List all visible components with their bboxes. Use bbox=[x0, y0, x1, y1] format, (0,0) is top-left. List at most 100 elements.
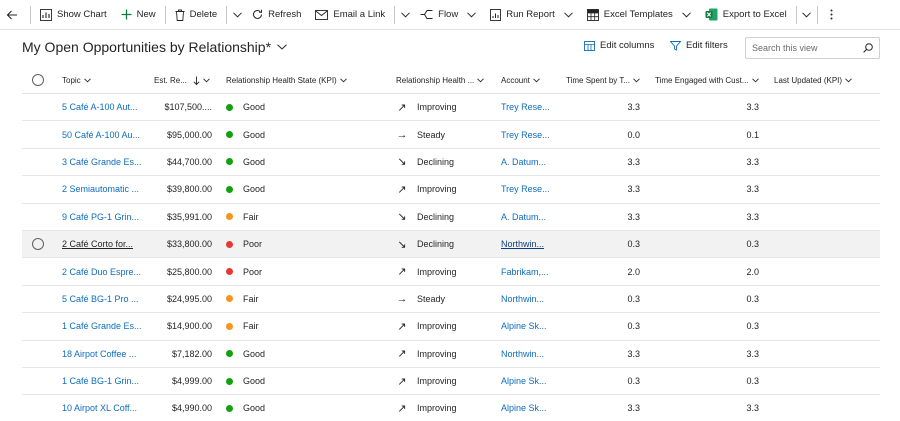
show-chart-button[interactable]: Show Chart bbox=[33, 0, 114, 30]
table-row[interactable]: 2 Café Duo Espre... $25,800.00 Poor ↗ Improv… bbox=[22, 258, 880, 286]
refresh-button[interactable]: Refresh bbox=[245, 0, 308, 30]
topic-link[interactable]: 50 Café A-100 Au... bbox=[62, 130, 140, 140]
column-header-topic-label: Topic bbox=[62, 75, 81, 85]
more-export-options-chevron[interactable] bbox=[799, 0, 815, 30]
column-header-health-state[interactable]: Relationship Health State (KPI) bbox=[226, 67, 386, 93]
excel-icon bbox=[705, 8, 718, 21]
trend-arrow-icon: ↘ bbox=[397, 156, 407, 169]
topic-link[interactable]: 18 Airpot Coffee ... bbox=[62, 349, 136, 359]
account-link[interactable]: Northwin... bbox=[501, 239, 544, 249]
topic-link[interactable]: 2 Café Corto for... bbox=[62, 239, 133, 249]
row-select-radio[interactable] bbox=[32, 395, 48, 421]
table-row[interactable]: 1 Café BG-1 Grin... $4,999.00 Good ↗ Improvi… bbox=[22, 368, 880, 396]
refresh-icon bbox=[253, 9, 263, 19]
row-select-radio[interactable] bbox=[32, 313, 48, 339]
table-row[interactable]: 2 Semiautomatic ... $39,800.00 Good ↗ Improv… bbox=[22, 176, 880, 204]
health-state-cell: Good bbox=[226, 341, 386, 367]
account-link[interactable]: Fabrikam,... bbox=[501, 267, 549, 277]
row-select-radio[interactable] bbox=[32, 149, 48, 175]
table-row[interactable]: 18 Airpot Coffee ... $7,182.00 Good ↗ Improv… bbox=[22, 341, 880, 368]
column-header-account[interactable]: Account bbox=[501, 67, 556, 93]
column-header-health-trend[interactable]: Relationship Health ... bbox=[396, 67, 492, 93]
account-link[interactable]: Northwin... bbox=[501, 294, 544, 304]
est-revenue-cell: $14,900.00 bbox=[166, 321, 212, 332]
more-delete-options-chevron[interactable] bbox=[229, 0, 245, 30]
topic-link[interactable]: 9 Café PG-1 Grin... bbox=[62, 212, 139, 222]
table-row[interactable]: 3 Café Grande Es... $44,700.00 Good ↘ Declin… bbox=[22, 149, 880, 177]
column-header-topic[interactable]: Topic bbox=[62, 67, 144, 93]
column-header-time-spent[interactable]: Time Spent by T... bbox=[566, 67, 640, 93]
table-row[interactable]: 5 Café A-100 Aut... $107,500.... Good ↗ Impr… bbox=[22, 94, 880, 122]
account-link[interactable]: Alpine Sk... bbox=[501, 376, 547, 386]
chevron-down-icon bbox=[339, 77, 347, 83]
topic-link[interactable]: 2 Semiautomatic ... bbox=[62, 184, 139, 194]
row-select-radio[interactable] bbox=[32, 368, 48, 394]
topic-link[interactable]: 10 Airpot XL Coff... bbox=[62, 403, 137, 413]
account-cell: Trey Rese... bbox=[501, 176, 556, 202]
edit-filters-button[interactable]: Edit filters bbox=[670, 40, 728, 51]
search-box[interactable] bbox=[745, 37, 880, 59]
row-select-radio[interactable] bbox=[32, 286, 48, 312]
row-select-radio[interactable] bbox=[32, 341, 48, 367]
export-excel-button[interactable]: Export to Excel bbox=[698, 0, 794, 30]
search-icon[interactable] bbox=[863, 43, 873, 53]
table-row[interactable]: 2 Café Corto for... $33,800.00 Poor ↘ Declin… bbox=[22, 230, 880, 259]
health-state-label: Poor bbox=[243, 239, 263, 250]
select-all-radio[interactable] bbox=[32, 67, 48, 93]
delete-button[interactable]: Delete bbox=[168, 0, 224, 30]
more-email-options-chevron[interactable] bbox=[397, 0, 413, 30]
health-trend-label: Improving bbox=[417, 376, 457, 387]
column-header-last-updated-label: Last Updated (KPI) bbox=[774, 75, 843, 85]
health-state-cell: Good bbox=[226, 368, 386, 394]
health-trend-label: Declining bbox=[417, 239, 455, 250]
health-state-label: Fair bbox=[243, 321, 259, 332]
account-link[interactable]: Trey Rese... bbox=[501, 102, 550, 112]
topic-link[interactable]: 5 Café BG-1 Pro ... bbox=[62, 294, 139, 304]
new-button[interactable]: New bbox=[114, 0, 163, 30]
more-commands-button[interactable] bbox=[820, 0, 844, 30]
run-report-button[interactable]: Run Report bbox=[483, 0, 580, 30]
health-state-cell: Fair bbox=[226, 286, 386, 312]
account-link[interactable]: A. Datum... bbox=[501, 212, 546, 222]
flow-button[interactable]: Flow bbox=[413, 0, 483, 30]
topic-cell: 2 Café Duo Espre... bbox=[62, 258, 144, 284]
topic-link[interactable]: 3 Café Grande Es... bbox=[62, 157, 142, 167]
chevron-down-icon bbox=[563, 11, 573, 18]
account-link[interactable]: Alpine Sk... bbox=[501, 403, 547, 413]
search-input[interactable] bbox=[752, 43, 856, 53]
account-link[interactable]: Alpine Sk... bbox=[501, 321, 547, 331]
topic-link[interactable]: 5 Café A-100 Aut... bbox=[62, 102, 138, 112]
table-row[interactable]: 9 Café PG-1 Grin... $35,991.00 Fair ↘ Declin… bbox=[22, 204, 880, 231]
account-cell: Fabrikam,... bbox=[501, 258, 556, 284]
row-select-radio[interactable] bbox=[32, 258, 48, 284]
est-revenue-cell: $35,991.00 bbox=[166, 211, 212, 222]
time-engaged-cell: 3.3 bbox=[746, 102, 759, 113]
table-row[interactable]: 5 Café BG-1 Pro ... $24,995.00 Fair → Steady… bbox=[22, 286, 880, 314]
row-select-radio[interactable] bbox=[32, 94, 48, 120]
column-header-last-updated[interactable]: Last Updated (KPI) bbox=[774, 67, 874, 93]
view-selector[interactable]: My Open Opportunities by Relationship* bbox=[22, 39, 287, 55]
table-row[interactable]: 10 Airpot XL Coff... $4,990.00 Good ↗ Improv… bbox=[22, 395, 880, 421]
table-row[interactable]: 50 Café A-100 Au... $95,000.00 Good → Steady… bbox=[22, 121, 880, 149]
topic-link[interactable]: 2 Café Duo Espre... bbox=[62, 267, 141, 277]
row-select-radio[interactable] bbox=[32, 121, 48, 147]
topic-link[interactable]: 1 Café Grande Es... bbox=[62, 321, 142, 331]
email-link-button[interactable]: Email a Link bbox=[308, 0, 392, 30]
row-select-radio[interactable] bbox=[32, 231, 48, 257]
row-select-radio[interactable] bbox=[32, 176, 48, 202]
account-link[interactable]: Trey Rese... bbox=[501, 184, 550, 194]
column-header-est-revenue[interactable]: Est. Re... bbox=[154, 67, 212, 93]
column-header-time-engaged[interactable]: Time Engaged with Cust... bbox=[655, 67, 759, 93]
topic-link[interactable]: 1 Café BG-1 Grin... bbox=[62, 376, 139, 386]
account-link[interactable]: Northwin... bbox=[501, 349, 544, 359]
account-link[interactable]: A. Datum... bbox=[501, 157, 546, 167]
back-button[interactable] bbox=[0, 0, 28, 30]
account-link[interactable]: Trey Rese... bbox=[501, 130, 550, 140]
topic-cell: 3 Café Grande Es... bbox=[62, 149, 144, 175]
excel-templates-button[interactable]: Excel Templates bbox=[580, 0, 698, 30]
row-select-radio[interactable] bbox=[32, 204, 48, 230]
table-row[interactable]: 1 Café Grande Es... $14,900.00 Fair ↗ Improv… bbox=[22, 313, 880, 341]
edit-columns-button[interactable]: Edit columns bbox=[584, 40, 654, 51]
health-trend-cell: ↗ Improving bbox=[396, 313, 492, 339]
toolbar-divider bbox=[394, 5, 396, 24]
